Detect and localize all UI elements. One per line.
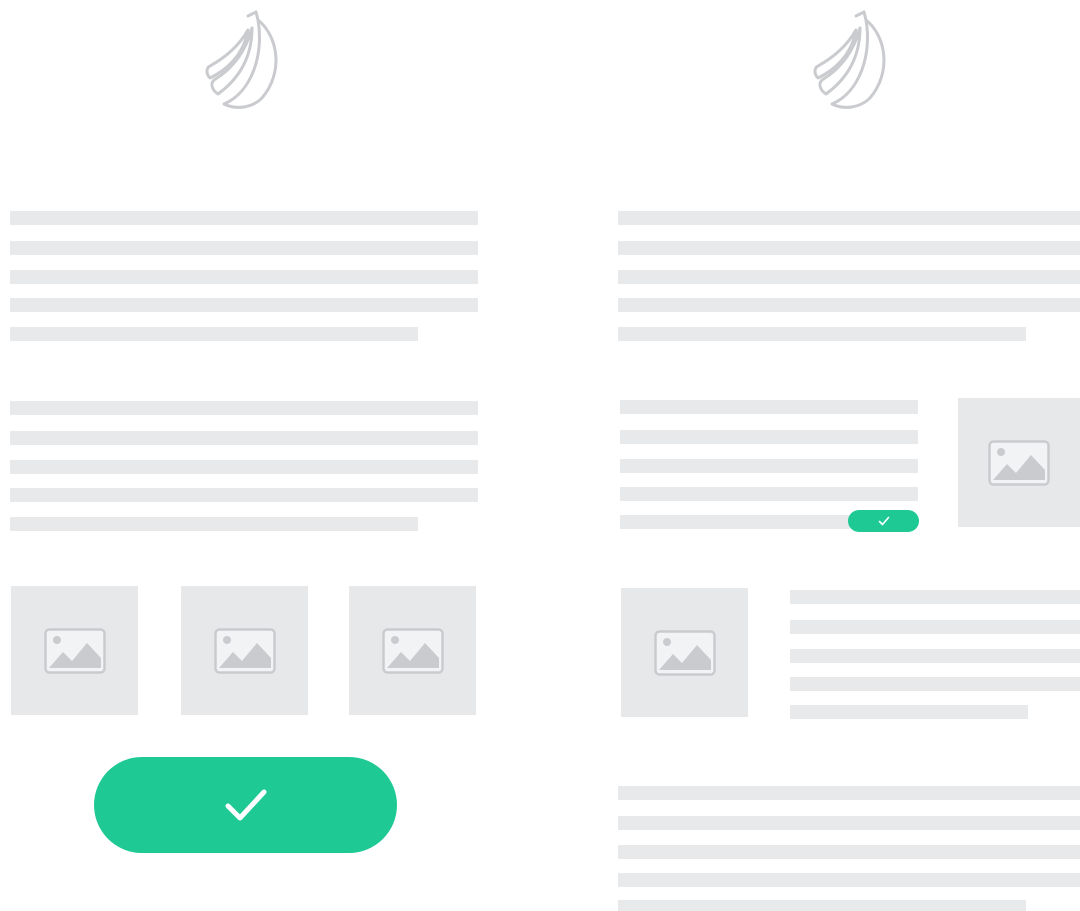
image-placeholder [958,398,1080,527]
text-line [620,459,918,473]
image-placeholder-icon [43,627,106,674]
text-line [790,590,1080,604]
text-line [618,241,1080,255]
text-line [790,705,1028,719]
image-placeholder [11,586,138,715]
confirm-badge[interactable] [848,510,919,532]
text-line [618,845,1080,859]
text-line [10,431,478,445]
confirm-button[interactable] [94,757,397,853]
text-line [10,241,478,255]
text-line [10,270,478,284]
text-line [620,487,918,501]
image-placeholder-icon [653,629,716,676]
banana-icon [813,10,886,109]
text-line [618,270,1080,284]
text-line [620,400,918,414]
check-icon [225,789,266,821]
text-line [620,515,850,529]
text-line [10,327,418,341]
image-placeholder-icon [213,627,276,674]
text-line [10,211,478,225]
text-line [10,460,478,474]
text-line [10,488,478,502]
image-placeholder [349,586,476,715]
text-line [618,873,1080,887]
image-placeholder-icon [988,439,1050,486]
text-line [618,327,1026,341]
text-line [790,677,1080,691]
text-line [618,816,1080,830]
text-line [618,211,1080,225]
text-line [618,900,1026,911]
image-placeholder [181,586,308,715]
text-line [10,517,418,531]
text-line [620,430,918,444]
check-icon [878,516,889,526]
text-line [10,401,478,415]
image-placeholder [621,588,748,717]
banana-icon [205,10,278,109]
text-line [790,649,1080,663]
text-line [618,786,1080,800]
text-line [10,298,478,312]
image-placeholder-icon [381,627,444,674]
text-line [618,298,1080,312]
text-line [790,620,1080,634]
